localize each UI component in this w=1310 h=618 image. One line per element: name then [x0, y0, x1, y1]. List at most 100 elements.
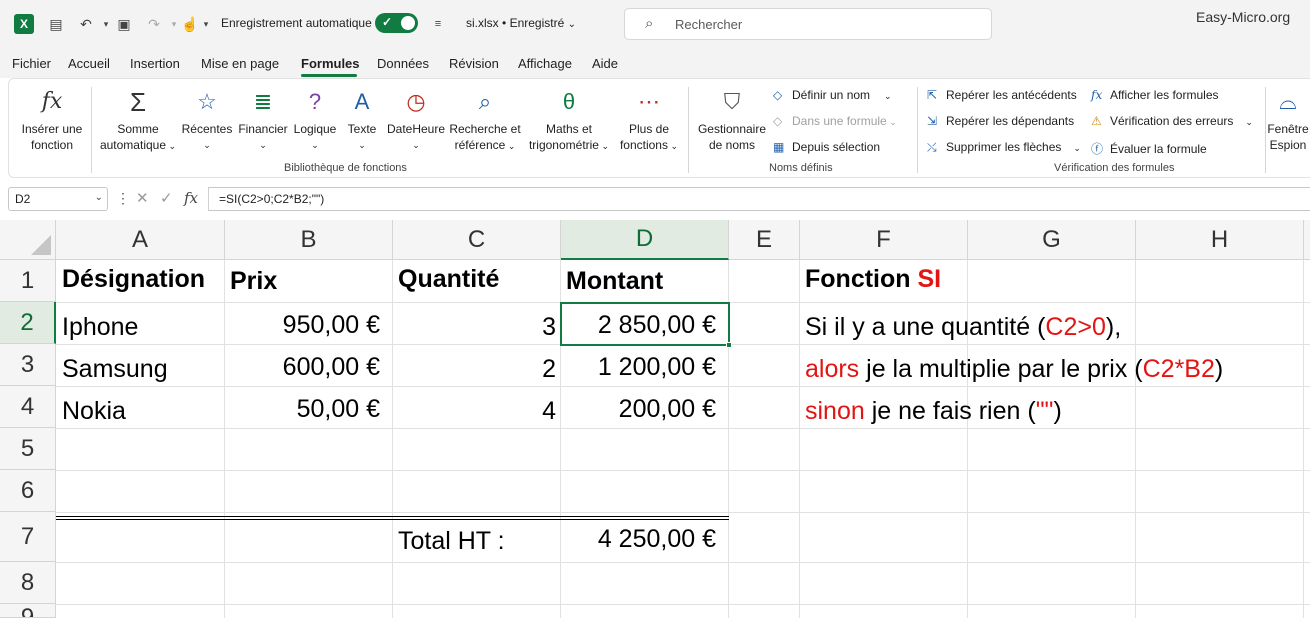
evaluate-formula-button[interactable]: ⓕ Évaluer la formule: [1091, 140, 1207, 157]
use-in-formula-button[interactable]: ◇ Dans une formule ⌄: [773, 114, 897, 128]
select-all-button[interactable]: [0, 220, 56, 260]
column-header-g[interactable]: G: [968, 220, 1136, 260]
logical-functions-button[interactable]: ? Logique ⌄: [291, 87, 339, 153]
math-functions-button[interactable]: θ Maths et trigonométrie ⌄: [523, 87, 615, 154]
row-header-3[interactable]: 3: [0, 344, 56, 386]
cell-d4[interactable]: 200,00 €: [566, 388, 716, 430]
cell-c1[interactable]: Quantité: [398, 258, 499, 300]
cell-a4[interactable]: Nokia: [62, 390, 126, 432]
search-icon: ⌕: [645, 15, 654, 32]
autosave-toggle[interactable]: [375, 13, 418, 33]
insert-function-label-1: Insérer une: [21, 122, 83, 136]
cell-b2[interactable]: 950,00 €: [230, 304, 380, 346]
column-header-e[interactable]: E: [729, 220, 800, 260]
from-selection-label: Depuis sélection: [792, 140, 881, 154]
row-header-1[interactable]: 1: [0, 260, 56, 302]
insert-function-icon[interactable]: fx: [184, 189, 198, 207]
enter-icon[interactable]: ✓: [160, 189, 173, 207]
formula-input[interactable]: =SI(C2>0;C2*B2;""): [208, 187, 1310, 211]
cell-c4[interactable]: 4: [398, 390, 556, 432]
tab-affichage[interactable]: Affichage: [518, 56, 572, 71]
note-line1-cond: C2>0: [1045, 313, 1106, 341]
cell-d3[interactable]: 1 200,00 €: [566, 346, 716, 388]
tab-donnees[interactable]: Données: [377, 56, 429, 71]
column-header-h[interactable]: H: [1136, 220, 1304, 260]
cell-d1[interactable]: Montant: [566, 260, 663, 302]
watch-window-button[interactable]: ⌓ Fenêtre Espion: [1265, 87, 1310, 153]
trace-dependents-button[interactable]: ⇲ Repérer les dépendants: [927, 114, 1074, 128]
show-formulas-button[interactable]: fx Afficher les formules: [1091, 88, 1219, 102]
cell-c3[interactable]: 2: [398, 348, 556, 390]
text-functions-button[interactable]: A Texte ⌄: [341, 87, 383, 153]
redo-icon[interactable]: ↷: [144, 14, 164, 34]
cell-a3[interactable]: Samsung: [62, 348, 168, 390]
cell-f3[interactable]: alors je la multiplie par le prix (C2*B2…: [805, 348, 1223, 390]
warning-icon: ⚠: [1091, 114, 1102, 128]
row-header-7[interactable]: 7: [0, 512, 56, 562]
cell-c7[interactable]: Total HT :: [398, 520, 505, 562]
tab-formules[interactable]: Formules: [301, 56, 360, 71]
column-header-a[interactable]: A: [56, 220, 225, 260]
tab-aide[interactable]: Aide: [592, 56, 618, 71]
tab-accueil[interactable]: Accueil: [68, 56, 110, 71]
gridline: [799, 260, 800, 618]
quick-access-dropdown-icon[interactable]: ▾: [196, 14, 216, 34]
column-header-f[interactable]: F: [800, 220, 968, 260]
glasses-icon: ⌓: [1279, 89, 1297, 114]
cell-f2[interactable]: Si il y a une quantité (C2>0),: [805, 306, 1121, 348]
insert-function-button[interactable]: fx Insérer une fonction: [17, 87, 87, 153]
datetime-functions-button[interactable]: ◷ DateHeure ⌄: [385, 87, 447, 153]
fill-handle[interactable]: [726, 342, 732, 348]
tab-insertion[interactable]: Insertion: [130, 56, 180, 71]
column-header-b[interactable]: B: [225, 220, 393, 260]
search-box[interactable]: ⌕ Rechercher: [624, 8, 992, 40]
remove-arrows-button[interactable]: ⤯ Supprimer les flèches ⌄: [927, 140, 1081, 155]
cell-d7[interactable]: 4 250,00 €: [566, 518, 716, 560]
cell-c2[interactable]: 3: [398, 306, 556, 348]
row-header-2[interactable]: 2: [0, 302, 56, 344]
row-header-5[interactable]: 5: [0, 428, 56, 470]
row-header-4[interactable]: 4: [0, 386, 56, 428]
cell-f4[interactable]: sinon je ne fais rien (""): [805, 390, 1062, 432]
more-functions-button[interactable]: ⋯ Plus de fonctions ⌄: [615, 87, 683, 154]
document-title[interactable]: si.xlsx • Enregistré ⌄: [466, 16, 576, 30]
cell-b4[interactable]: 50,00 €: [230, 388, 380, 430]
undo-icon[interactable]: ↶: [76, 14, 96, 34]
row-header-6[interactable]: 6: [0, 470, 56, 512]
recent-functions-button[interactable]: ☆ Récentes ⌄: [181, 87, 233, 153]
gridline: [224, 260, 225, 618]
cell-a1[interactable]: Désignation: [62, 258, 205, 300]
tab-revision[interactable]: Révision: [449, 56, 499, 71]
gridline: [392, 260, 393, 618]
lookup-functions-button[interactable]: ⌕ Recherche et référence ⌄: [449, 87, 521, 154]
column-header-c[interactable]: C: [393, 220, 561, 260]
save-icon[interactable]: ▣: [114, 14, 134, 34]
row-header-9[interactable]: 9: [0, 604, 56, 618]
tab-mise-en-page[interactable]: Mise en page: [201, 56, 279, 71]
autosum-button[interactable]: Σ Somme automatique ⌄: [95, 87, 181, 154]
cell-b3[interactable]: 600,00 €: [230, 346, 380, 388]
excel-logo-icon: X: [14, 14, 34, 34]
note-line2-alors: alors: [805, 355, 860, 383]
cancel-icon[interactable]: ✕: [136, 189, 149, 207]
cell-f1[interactable]: Fonction SI: [805, 258, 941, 300]
more-options-icon[interactable]: ⋮: [116, 190, 130, 207]
create-from-selection-button[interactable]: ▦ Depuis sélection: [773, 140, 880, 154]
financial-functions-button[interactable]: ≣ Financier ⌄: [236, 87, 290, 153]
trace-precedents-icon: ⇱: [927, 88, 938, 102]
error-checking-button[interactable]: ⚠ Vérification des erreurs ⌄: [1091, 114, 1253, 128]
trace-precedents-button[interactable]: ⇱ Repérer les antécédents: [927, 88, 1077, 102]
file-save-icon[interactable]: ▤: [46, 14, 66, 34]
define-name-button[interactable]: ◇ Définir un nom ⌄: [773, 88, 892, 102]
column-header-d[interactable]: D: [561, 220, 729, 260]
name-box[interactable]: D2 ⌄: [8, 187, 108, 211]
tab-fichier[interactable]: Fichier: [12, 56, 51, 71]
undo-dropdown-icon[interactable]: ▾: [96, 14, 116, 34]
define-name-label: Définir un nom: [792, 88, 871, 102]
row-header-8[interactable]: 8: [0, 562, 56, 604]
name-manager-button[interactable]: ⛉ Gestionnaire de noms: [693, 87, 771, 153]
theta-book-icon: θ: [562, 89, 576, 114]
cell-b1[interactable]: Prix: [230, 260, 277, 302]
customize-toolbar-icon[interactable]: ≡: [428, 14, 448, 34]
cell-a2[interactable]: Iphone: [62, 306, 138, 348]
